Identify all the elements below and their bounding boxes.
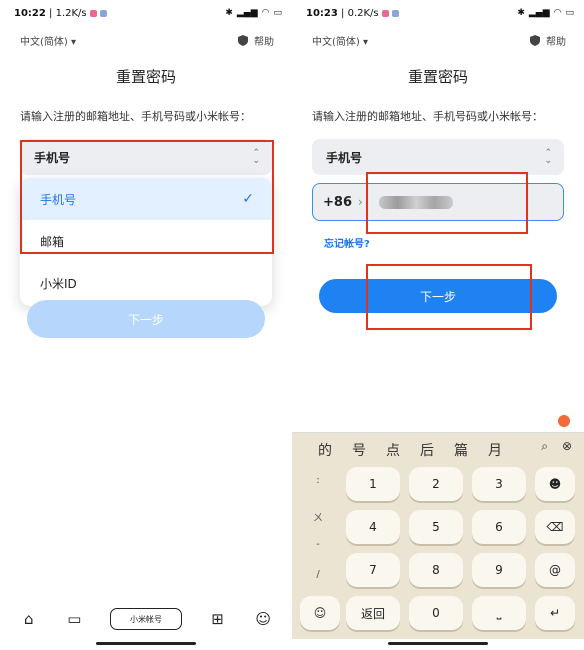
forgot-account-link[interactable]: 忘记帐号?	[324, 235, 370, 250]
candidate[interactable]: 号	[342, 440, 376, 460]
highlight-box	[366, 172, 528, 234]
status-time: 10:22	[14, 7, 46, 19]
notification-icon	[89, 9, 97, 17]
emoji-key[interactable]: ☻	[535, 467, 575, 501]
left-screen: 10:22 | 1.2K/s ✱ ▂▄▆ ◠ ▭ 中文(简体) ▾ 帮助 重置密…	[0, 0, 292, 650]
space-key[interactable]: ⎵	[472, 596, 526, 630]
help-link[interactable]: 帮助	[530, 33, 566, 48]
gesture-bar	[388, 642, 488, 645]
input-prompt: 请输入注册的邮箱地址、手机号码或小米帐号：	[312, 110, 543, 123]
apps-grid-icon[interactable]: ⊞	[208, 609, 228, 629]
key-7[interactable]: 7	[346, 553, 400, 587]
country-code[interactable]: +86	[323, 195, 352, 210]
language-selector[interactable]: 中文(简体) ▾	[312, 33, 368, 48]
key-4[interactable]: 4	[346, 510, 400, 544]
battery-icon: ▭	[273, 8, 282, 18]
nav-mi-account[interactable]: 小米帐号	[109, 608, 182, 630]
next-button[interactable]: 下一步	[27, 300, 265, 338]
signal-icon: ▂▄▆	[528, 8, 550, 18]
help-link[interactable]: 帮助	[238, 33, 274, 48]
candidate-bar: 的 号 点 后 篇 月	[292, 435, 584, 465]
chevron-right-icon: ›	[357, 195, 363, 209]
backspace-key[interactable]: ⌫	[535, 510, 575, 544]
language-selector[interactable]: 中文(简体) ▾	[20, 33, 76, 48]
emoji-icon: ☻	[548, 477, 562, 491]
close-icon[interactable]: ⊗	[562, 439, 572, 454]
candidate[interactable]: 点	[376, 440, 410, 460]
wifi-icon: ◠	[553, 8, 562, 18]
candidate[interactable]: 月	[478, 440, 512, 460]
symbol-key[interactable]: :	[300, 475, 336, 486]
key-1[interactable]: 1	[346, 467, 400, 501]
notification-icon	[99, 9, 107, 17]
candidate[interactable]: 篇	[444, 440, 478, 460]
enter-icon: ↵	[549, 606, 561, 620]
symbol-key[interactable]: -	[300, 539, 336, 550]
status-speed: 1.2K/s	[55, 7, 87, 19]
battery-icon: ▭	[565, 8, 574, 18]
assistant-icon[interactable]: ☺	[253, 609, 273, 629]
key-3[interactable]: 3	[472, 467, 526, 501]
wifi-icon: ◠	[261, 8, 270, 18]
window-icon[interactable]: ▭	[64, 609, 84, 629]
enter-key[interactable]: ↵	[535, 596, 575, 630]
right-screen: 10:23 | 0.2K/s ✱ ▂▄▆ ◠ ▭ 中文(简体) ▾ 帮助 重置密…	[292, 0, 584, 650]
key-2[interactable]: 2	[409, 467, 463, 501]
account-type-select[interactable]: 手机号 ⌃ ⌄	[312, 139, 564, 175]
status-bar: 10:23 | 0.2K/s ✱ ▂▄▆ ◠ ▭	[306, 7, 574, 19]
key-8[interactable]: 8	[409, 553, 463, 587]
highlight-box	[20, 140, 274, 254]
input-prompt: 请输入注册的邮箱地址、手机号码或小米帐号：	[20, 110, 251, 123]
shield-icon	[238, 35, 248, 46]
at-icon: @	[549, 563, 561, 577]
key-9[interactable]: 9	[472, 553, 526, 587]
page-title: 重置密码	[407, 68, 468, 86]
ime-switch-key[interactable]: ☺	[300, 596, 340, 630]
page-title: 重置密码	[115, 68, 176, 86]
symbol-key[interactable]: /	[300, 569, 336, 580]
status-speed: 0.2K/s	[347, 7, 379, 19]
status-time: 10:23	[306, 7, 338, 19]
notification-icon	[391, 9, 399, 17]
highlight-box	[366, 264, 532, 330]
candidate[interactable]: 的	[308, 440, 342, 460]
status-bar: 10:22 | 1.2K/s ✱ ▂▄▆ ◠ ▭	[14, 7, 282, 19]
candidate[interactable]: 后	[410, 440, 444, 460]
gesture-bar	[96, 642, 196, 645]
home-icon[interactable]: ⌂	[19, 609, 39, 629]
shield-icon	[530, 35, 540, 46]
bluetooth-icon: ✱	[225, 8, 233, 18]
chevron-updown-icon: ⌃ ⌄	[544, 148, 552, 166]
key-0[interactable]: 0	[409, 596, 463, 630]
keyboard: 的 号 点 后 篇 月 ⌕ ⊗ : ㄨ - / 1 2 3 ☻ 4 5 6 ⌫ …	[292, 409, 584, 639]
search-icon[interactable]: ⌕	[541, 439, 548, 454]
key-6[interactable]: 6	[472, 510, 526, 544]
menu-item-mi-id[interactable]: 小米ID	[20, 262, 272, 304]
key-5[interactable]: 5	[409, 510, 463, 544]
backspace-icon: ⌫	[546, 520, 564, 534]
at-key[interactable]: @	[535, 553, 575, 587]
symbol-key[interactable]: ㄨ	[300, 509, 336, 524]
back-key[interactable]: 返回	[346, 596, 400, 630]
space-icon: ⎵	[496, 605, 502, 620]
notification-icon	[381, 9, 389, 17]
signal-icon: ▂▄▆	[236, 8, 258, 18]
globe-icon: ☺	[313, 606, 327, 620]
bluetooth-icon: ✱	[517, 8, 525, 18]
ime-logo-icon[interactable]	[558, 415, 570, 427]
bottom-nav: ⌂ ▭ 小米帐号 ⊞ ☺	[0, 604, 292, 634]
keyboard-toolbar	[292, 409, 584, 433]
